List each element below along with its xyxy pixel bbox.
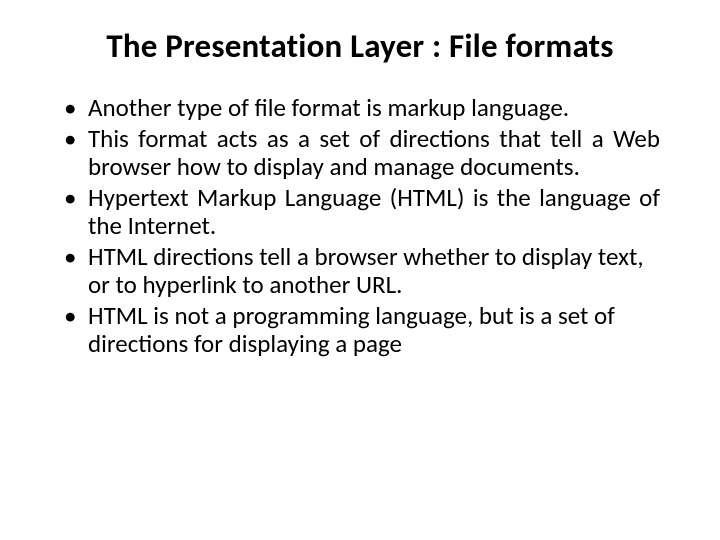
slide: The Presentation Layer : File formats An… xyxy=(0,0,720,540)
bullet-list: Another type of file format is markup la… xyxy=(48,94,672,359)
list-item: HTML directions tell a browser whether t… xyxy=(60,243,660,300)
list-item: Hypertext Markup Language (HTML) is the … xyxy=(60,184,660,241)
list-item: HTML is not a programming language, but … xyxy=(60,302,660,359)
slide-title: The Presentation Layer : File formats xyxy=(48,26,672,66)
list-item: This format acts as a set of directions … xyxy=(60,125,660,182)
list-item: Another type of file format is markup la… xyxy=(60,94,660,123)
